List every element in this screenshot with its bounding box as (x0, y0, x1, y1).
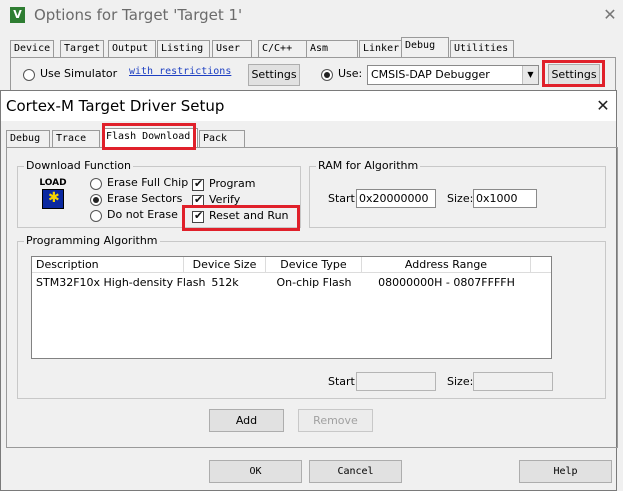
reset-and-run-label: Reset and Run (209, 209, 289, 222)
use-simulator-label: Use Simulator (40, 67, 118, 80)
dialog-title-bar: Cortex-M Target Driver Setup ✕ (1, 91, 616, 121)
ram-size-input[interactable]: 0x1000 (473, 189, 537, 208)
load-icon: LOAD (38, 178, 68, 214)
tab-asm[interactable]: Asm (306, 40, 358, 57)
use-debugger-radio[interactable] (321, 69, 333, 81)
algorithm-list-header: Description Device Size Device Type Addr… (32, 257, 551, 273)
load-icon-text: LOAD (39, 178, 67, 188)
algo-size-input[interactable] (473, 372, 553, 391)
erase-full-chip-radio[interactable] (90, 178, 102, 190)
programming-algorithm-label: Programming Algorithm (24, 234, 160, 247)
tab-device[interactable]: Device (10, 40, 54, 57)
column-address-range[interactable]: Address Range (362, 257, 531, 273)
ram-start-label: Start: (328, 192, 359, 205)
program-label: Program (209, 177, 256, 190)
column-description[interactable]: Description (32, 257, 184, 273)
keil-app-icon: V (10, 7, 25, 23)
tab-linker[interactable]: Linker (359, 40, 407, 57)
reset-and-run-option[interactable]: Reset and Run (192, 209, 289, 223)
tab-debug[interactable]: Debug (401, 37, 449, 58)
tab-target[interactable]: Target (60, 40, 104, 57)
ok-button[interactable]: OK (209, 460, 302, 483)
program-option[interactable]: Program (192, 177, 255, 191)
ram-size-label: Size: (447, 192, 474, 205)
tab-debug[interactable]: Debug (6, 130, 50, 147)
algo-start-label: Start: (328, 375, 359, 388)
with-restrictions-link[interactable]: with restrictions (129, 66, 231, 77)
verify-option[interactable]: Verify (192, 193, 240, 207)
verify-checkbox[interactable] (192, 193, 204, 207)
tab-pack[interactable]: Pack (199, 130, 245, 147)
parent-close-icon[interactable]: ✕ (600, 5, 620, 25)
dialog-close-icon[interactable]: ✕ (593, 96, 613, 116)
add-button[interactable]: Add (209, 409, 284, 432)
column-device-size[interactable]: Device Size (184, 257, 266, 273)
debugger-select[interactable]: CMSIS-DAP Debugger ▼ (367, 65, 539, 85)
erase-full-chip-label: Erase Full Chip (107, 176, 189, 189)
tab-utilities[interactable]: Utilities (450, 40, 514, 57)
help-button[interactable]: Help (519, 460, 612, 483)
remove-button[interactable]: Remove (298, 409, 373, 432)
verify-label: Verify (209, 193, 241, 206)
tab-output[interactable]: Output (108, 40, 156, 57)
cancel-button[interactable]: Cancel (309, 460, 402, 483)
algorithm-list[interactable]: Description Device Size Device Type Addr… (31, 256, 552, 359)
load-chip-graphic (42, 189, 64, 209)
simulator-settings-button[interactable]: Settings (248, 64, 300, 86)
download-function-label: Download Function (24, 159, 133, 172)
use-debugger-label: Use: (338, 67, 363, 80)
tab-trace[interactable]: Trace (52, 130, 100, 147)
debugger-settings-button[interactable]: Settings (548, 64, 600, 86)
dialog-title: Cortex-M Target Driver Setup (6, 97, 225, 115)
ram-start-input[interactable]: 0x20000000 (356, 189, 436, 208)
parent-title-bar: V Options for Target 'Target 1' ✕ (0, 0, 623, 31)
erase-sectors-label: Erase Sectors (107, 192, 183, 205)
program-checkbox[interactable] (192, 177, 204, 191)
parent-window-title: Options for Target 'Target 1' (34, 6, 243, 24)
ram-for-algorithm-label: RAM for Algorithm (316, 159, 421, 172)
column-device-type[interactable]: Device Type (266, 257, 362, 273)
do-not-erase-radio[interactable] (90, 210, 102, 222)
tab-flash-download[interactable]: Flash Download (102, 128, 198, 148)
row-device-type: On-chip Flash (276, 276, 352, 289)
erase-sectors-option[interactable]: Erase Sectors (90, 192, 182, 206)
reset-and-run-checkbox[interactable] (192, 209, 204, 223)
chevron-down-icon[interactable]: ▼ (522, 66, 538, 84)
algo-start-input[interactable] (356, 372, 436, 391)
row-device-size: 512k (211, 276, 239, 289)
row-description: STM32F10x High-density Flash (36, 276, 206, 289)
erase-full-chip-option[interactable]: Erase Full Chip (90, 176, 188, 190)
tab-user[interactable]: User (212, 40, 252, 57)
tab-c-cpp[interactable]: C/C++ (258, 40, 310, 57)
debugger-select-value: CMSIS-DAP Debugger (371, 68, 490, 81)
erase-sectors-radio[interactable] (90, 194, 102, 206)
row-address-range: 08000000H - 0807FFFFH (378, 276, 515, 289)
do-not-erase-option[interactable]: Do not Erase (90, 208, 178, 222)
algo-size-label: Size: (447, 375, 474, 388)
tab-listing[interactable]: Listing (157, 40, 210, 57)
use-simulator-radio[interactable] (23, 69, 35, 81)
do-not-erase-label: Do not Erase (107, 208, 178, 221)
